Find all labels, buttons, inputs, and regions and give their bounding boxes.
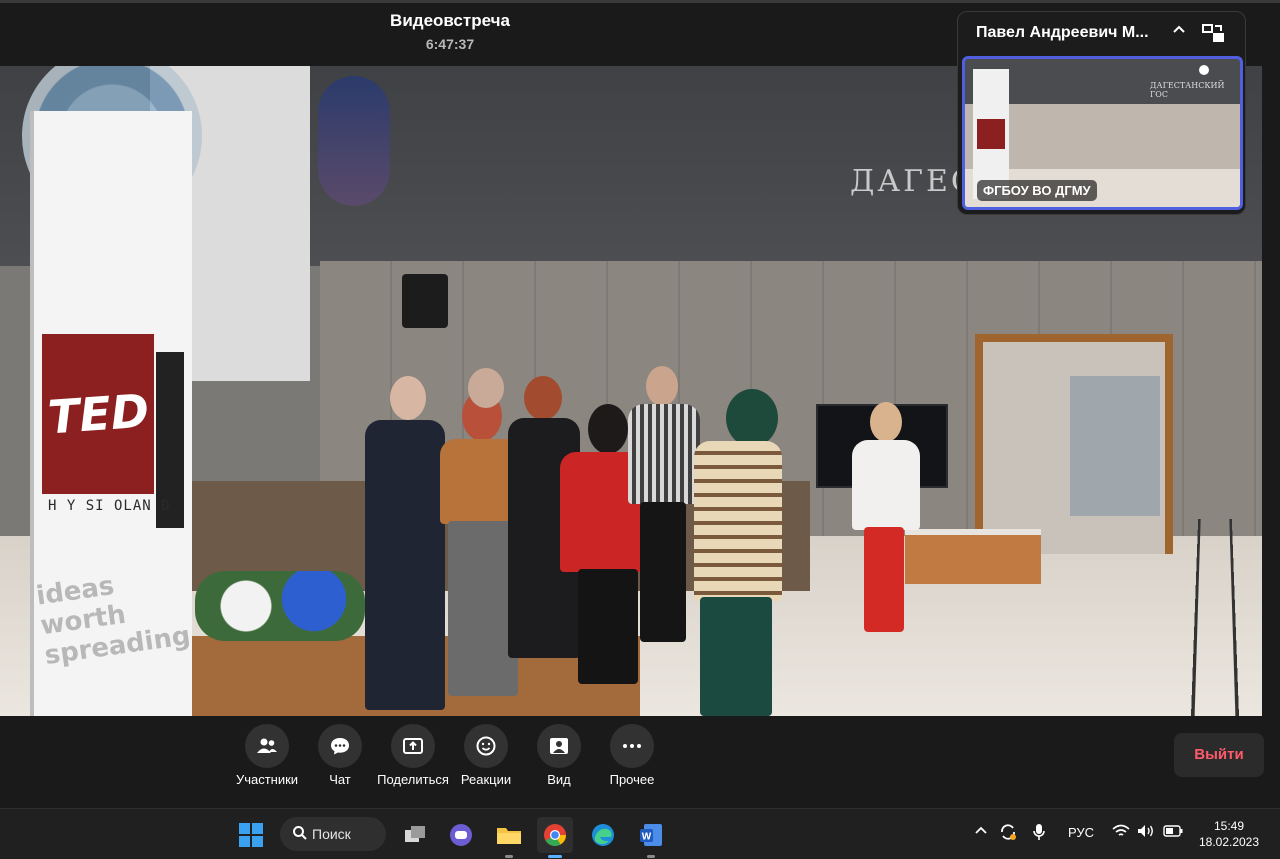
ted-logo: TED — [42, 334, 154, 494]
taskbar-search[interactable]: Поиск — [280, 817, 386, 851]
person-man-suit — [360, 376, 450, 716]
start-icon[interactable] — [233, 817, 269, 853]
share-screen-icon — [391, 724, 435, 768]
meeting-timer: 6:47:37 — [425, 36, 475, 52]
sync-icon[interactable] — [998, 822, 1018, 845]
person-woman-white — [848, 402, 924, 634]
battery-icon[interactable] — [1163, 825, 1183, 840]
self-view-name: Павел Андреевич М... — [976, 24, 1149, 41]
self-view-panel[interactable]: Павел Андреевич М... ДАГЕСТАНСКИЙ ГОС ФГ… — [957, 11, 1246, 215]
search-icon — [292, 825, 308, 844]
participants-icon — [245, 724, 289, 768]
self-video-sign: ДАГЕСТАНСКИЙ ГОС — [1150, 81, 1225, 99]
chrome-icon[interactable] — [537, 817, 573, 858]
search-label: Поиск — [312, 826, 351, 842]
teams-chat-icon[interactable] — [443, 817, 479, 853]
banner-subtitle: H Y SI OLAN D — [48, 498, 171, 514]
reactions-icon — [464, 724, 508, 768]
clock-date: 18.02.2023 — [1198, 835, 1260, 849]
video-speaker — [402, 274, 448, 328]
language-indicator[interactable]: РУС — [1068, 825, 1094, 840]
self-video-stream[interactable]: ДАГЕСТАНСКИЙ ГОС ФГБОУ ВО ДГМУ — [962, 56, 1243, 210]
video-tripod — [1190, 518, 1240, 716]
window-top-border — [0, 0, 1280, 3]
file-explorer-icon[interactable] — [491, 817, 527, 858]
self-video-light — [1199, 65, 1209, 75]
view-icon — [537, 724, 581, 768]
word-indicator — [647, 855, 655, 858]
svg-text:W: W — [642, 832, 652, 843]
edge-icon[interactable] — [585, 817, 621, 853]
video-meeting-window: Видеовстреча 6:47:37 ДАГЕС TED H Y SI OL… — [0, 0, 1280, 808]
swap-view-icon[interactable] — [1201, 22, 1225, 44]
chevron-up-icon[interactable] — [1171, 22, 1187, 43]
taskbar-clock[interactable]: 15:49 18.02.2023 — [1196, 818, 1262, 850]
more-icon — [610, 724, 654, 768]
video-flowers — [195, 571, 365, 641]
tray-chevron-up-icon[interactable] — [974, 824, 988, 841]
chat-icon — [318, 724, 362, 768]
video-wall-emblem — [318, 76, 390, 206]
microphone-icon[interactable] — [1032, 822, 1046, 845]
video-doorway-interior — [1070, 376, 1160, 516]
person-man-back — [462, 368, 512, 428]
clock-time: 15:49 — [1213, 819, 1245, 833]
task-view-icon[interactable] — [397, 817, 433, 853]
more-button[interactable]: Прочее — [587, 722, 677, 792]
leave-button[interactable]: Выйти — [1174, 733, 1264, 777]
person-woman-hijab-green — [672, 389, 784, 716]
ted-logo-text: TED — [45, 383, 151, 445]
video-table — [905, 529, 1041, 584]
file-explorer-indicator — [505, 855, 513, 858]
meeting-toolbar: Участники Чат Поделиться Реакции Вид Про… — [222, 722, 682, 792]
more-label: Прочее — [609, 772, 655, 787]
self-video-label: ФГБОУ ВО ДГМУ — [977, 180, 1097, 201]
self-video-ted-logo — [977, 119, 1005, 149]
wifi-icon[interactable] — [1112, 824, 1130, 841]
chrome-indicator — [548, 855, 562, 858]
word-icon[interactable]: W — [633, 817, 669, 858]
volume-icon[interactable] — [1137, 824, 1155, 841]
meeting-title: Видеовстреча — [390, 11, 510, 30]
windows-taskbar: Поиск W РУС 15:49 18.02.2023 — [0, 808, 1280, 859]
